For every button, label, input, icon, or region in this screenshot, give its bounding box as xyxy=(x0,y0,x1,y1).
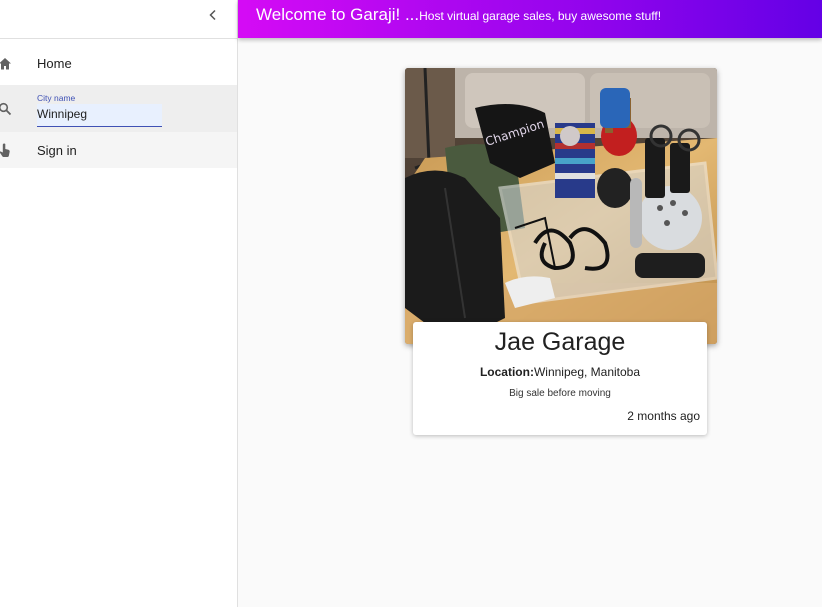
city-field: City name xyxy=(37,91,162,127)
location-label: Location: xyxy=(479,365,534,379)
home-icon xyxy=(0,57,12,71)
sidebar-item-label: Home xyxy=(37,56,72,71)
sidebar-item-city-search: City name xyxy=(0,85,237,132)
collapse-sidebar-button[interactable] xyxy=(202,4,224,26)
app-title: Welcome to Garaji! ... xyxy=(256,5,420,24)
listing-timestamp: 2 months ago xyxy=(627,409,700,423)
location-value: Winnipeg, Manitoba xyxy=(533,365,641,379)
listing-title: Jae Garage xyxy=(494,328,626,356)
app-bar: Welcome to Garaji! ... Host virtual gara… xyxy=(238,0,822,38)
city-name-input[interactable] xyxy=(37,103,162,127)
sidebar-item-sign-in[interactable]: Sign in xyxy=(0,132,237,168)
sidebar-header xyxy=(0,0,237,39)
listing-card[interactable]: Jae Garage Location:Winnipeg, Manitoba B… xyxy=(413,322,707,435)
sidebar: Home City name Sign in xyxy=(0,0,238,607)
touch-app-icon xyxy=(0,143,12,157)
city-name-label: City name xyxy=(37,92,76,103)
chevron-left-icon xyxy=(209,9,216,21)
search-icon xyxy=(0,102,12,116)
app-subtitle: Host virtual garage sales, buy awesome s… xyxy=(419,9,662,23)
garage-sale-photo[interactable]: Champion xyxy=(405,68,717,344)
garage-items-image: Champion xyxy=(405,68,717,344)
sidebar-item-label: Sign in xyxy=(37,142,77,158)
sidebar-item-home[interactable]: Home xyxy=(0,42,237,85)
listing-description: Big sale before moving xyxy=(509,388,611,399)
listing-location: Location:Winnipeg, Manitoba xyxy=(413,365,707,379)
